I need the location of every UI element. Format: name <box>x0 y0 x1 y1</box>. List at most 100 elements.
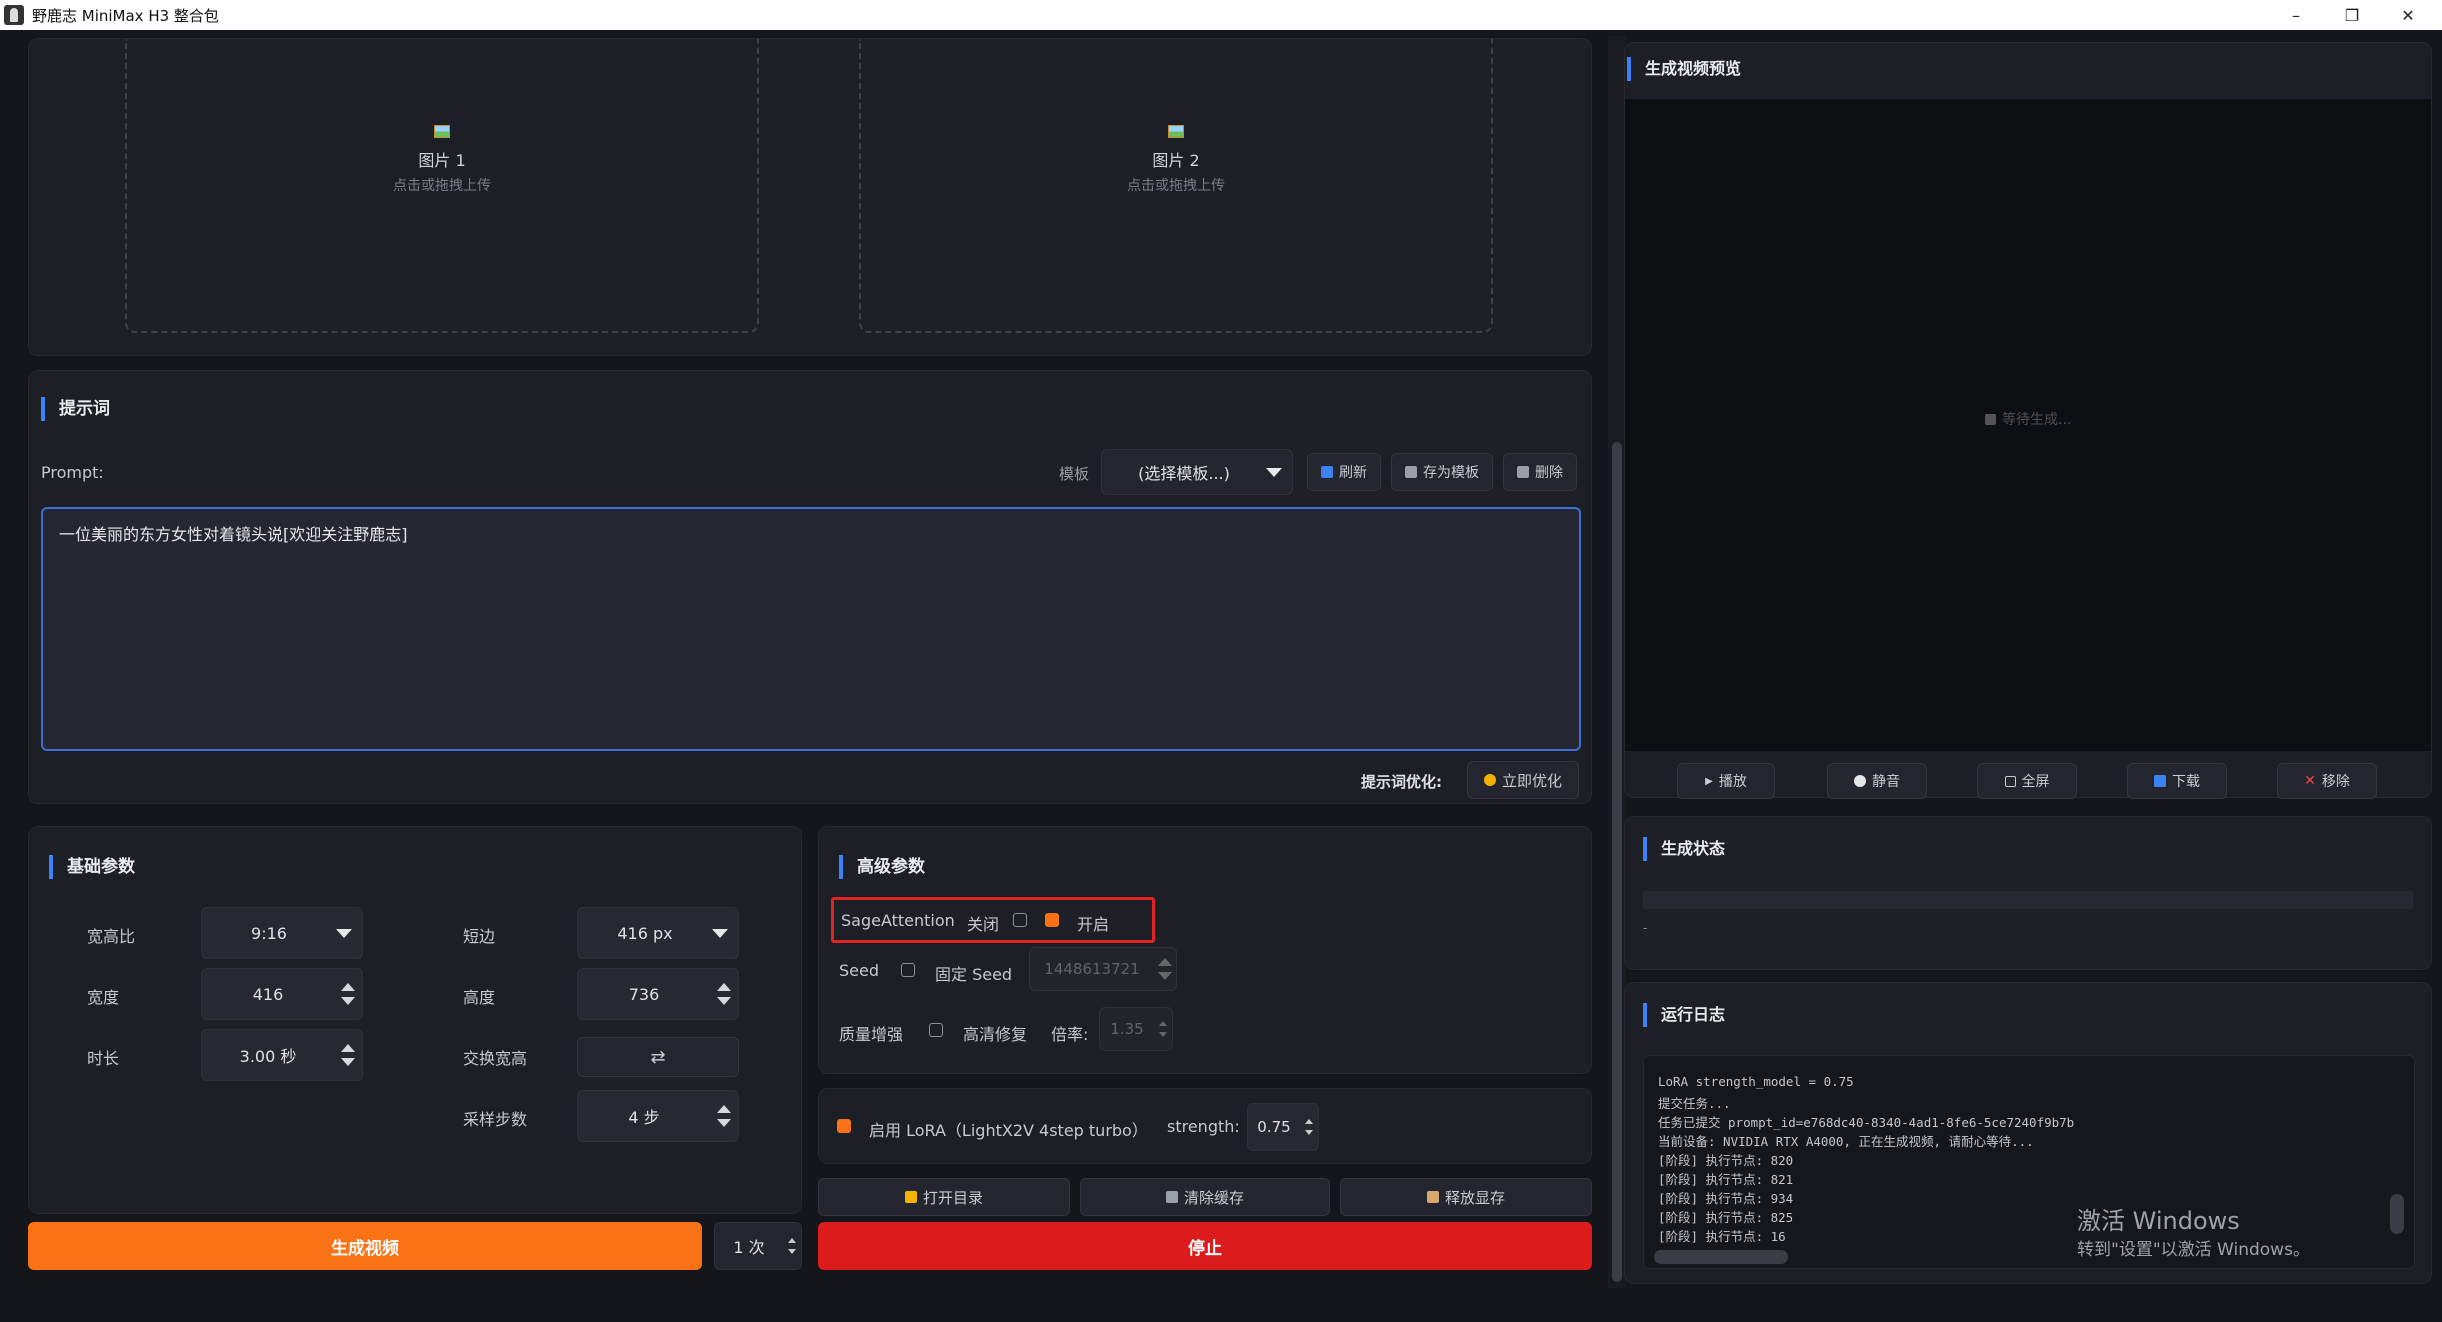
sage-on-label: 开启 <box>1077 915 1110 934</box>
chevron-down-icon <box>712 928 728 938</box>
swap-button[interactable]: ⇄ <box>577 1037 739 1077</box>
basic-params-panel: 基础参数 宽高比 9:16 短边 416 px 宽度 416 高度 736 时长… <box>28 826 802 1214</box>
hd-repair-checkbox[interactable] <box>929 1023 943 1037</box>
mute-icon <box>1854 775 1866 787</box>
save-template-button[interactable]: 存为模板 <box>1391 453 1493 491</box>
fullscreen-label: 全屏 <box>2021 774 2050 790</box>
stepper-arrows[interactable] <box>710 969 738 1019</box>
prompt-textarea[interactable]: 一位美丽的东方女性对着镜头说[欢迎关注野鹿志] <box>41 507 1581 751</box>
stepper-arrows[interactable] <box>1154 1008 1172 1050</box>
steps-stepper[interactable]: 4 步 <box>577 1090 739 1142</box>
height-stepper[interactable]: 736 <box>577 968 739 1020</box>
duration-stepper[interactable]: 3.00 秒 <box>201 1029 363 1081</box>
image-1-dropzone[interactable]: 图片 1 点击或拖拽上传 <box>125 39 759 333</box>
ratio-label: 倍率: <box>1051 1025 1089 1044</box>
strength-label: strength: <box>1167 1117 1240 1136</box>
stop-button[interactable]: 停止 <box>818 1222 1592 1270</box>
short-side-select[interactable]: 416 px <box>577 907 739 959</box>
activation-watermark-hint: 转到"设置"以激活 Windows。 <box>2077 1240 2310 1260</box>
image-2-hint: 点击或拖拽上传 <box>1127 178 1225 194</box>
minimize-button[interactable]: – <box>2268 0 2324 30</box>
progress-bar <box>1643 891 2413 909</box>
hd-repair-label: 高清修复 <box>963 1025 1028 1044</box>
short-side-value: 416 px <box>617 923 673 943</box>
main-scrollbar-thumb[interactable] <box>1612 442 1622 1282</box>
image-2-dropzone[interactable]: 图片 2 点击或拖拽上传 <box>859 39 1493 333</box>
sage-on-checkbox[interactable] <box>1045 913 1059 927</box>
template-select[interactable]: (选择模板...) <box>1101 449 1293 495</box>
mute-button[interactable]: 静音 <box>1827 763 1927 799</box>
stepper-arrows[interactable] <box>710 1091 738 1141</box>
stepper-arrows[interactable] <box>1154 948 1176 990</box>
width-stepper[interactable]: 416 <box>201 968 363 1020</box>
count-stepper[interactable]: 1 次 <box>714 1222 802 1270</box>
prompt-label: Prompt: <box>41 463 104 482</box>
template-select-value: (选择模板...) <box>1138 464 1230 483</box>
download-icon <box>2154 775 2166 787</box>
delete-template-button[interactable]: 删除 <box>1503 453 1577 491</box>
refresh-button[interactable]: 刷新 <box>1307 453 1381 491</box>
stepper-arrows[interactable] <box>783 1223 801 1269</box>
sage-off-checkbox[interactable] <box>1013 913 1027 927</box>
aspect-select[interactable]: 9:16 <box>201 907 363 959</box>
download-button[interactable]: 下载 <box>2127 763 2227 799</box>
stepper-arrows[interactable] <box>1300 1104 1318 1150</box>
fixed-seed-label: 固定 Seed <box>935 965 1013 984</box>
film-icon <box>1985 413 1996 425</box>
duration-label: 时长 <box>87 1049 120 1068</box>
free-vram-label: 释放显存 <box>1444 1188 1505 1207</box>
restore-button[interactable]: ❐ <box>2324 0 2380 30</box>
prompt-text: 一位美丽的东方女性对着镜头说[欢迎关注野鹿志] <box>59 525 408 544</box>
remove-button[interactable]: ✕ 移除 <box>2277 763 2377 799</box>
template-label: 模板 <box>1059 465 1090 483</box>
open-dir-button[interactable]: 打开目录 <box>818 1178 1070 1216</box>
image-1-hint: 点击或拖拽上传 <box>393 178 491 194</box>
log-line: 任务已提交 prompt_id=e768dc40-8340-4ad1-8fe6-… <box>1658 1115 2075 1130</box>
quality-label: 质量增强 <box>839 1025 904 1044</box>
download-label: 下载 <box>2172 774 2200 790</box>
remove-label: 移除 <box>2321 774 2350 790</box>
fullscreen-button[interactable]: 全屏 <box>1977 763 2077 799</box>
play-button[interactable]: ▶ 播放 <box>1677 763 1775 799</box>
clear-cache-button[interactable]: 清除缓存 <box>1080 1178 1330 1216</box>
strength-stepper[interactable]: 0.75 <box>1247 1103 1319 1151</box>
advanced-params-title: 高级参数 <box>839 855 925 879</box>
fullscreen-icon <box>2004 775 2016 787</box>
status-text: - <box>1643 921 1648 935</box>
stepper-arrows[interactable] <box>334 1030 362 1080</box>
broom-icon <box>1426 1191 1439 1203</box>
stepper-arrows[interactable] <box>334 969 362 1019</box>
log-line: 提交任务... <box>1658 1096 1731 1111</box>
log-line: [阶段] 执行节点: 820 <box>1658 1153 1794 1168</box>
folder-icon <box>904 1191 917 1203</box>
status-title: 生成状态 <box>1643 837 1725 861</box>
ratio-input[interactable]: 1.35 <box>1099 1007 1173 1051</box>
activation-watermark-title: 激活 Windows <box>2077 1207 2240 1235</box>
video-preview-area: 等待生成... <box>1625 99 2431 751</box>
close-button[interactable]: ✕ <box>2380 0 2436 30</box>
aspect-label: 宽高比 <box>87 927 136 946</box>
chevron-down-icon <box>1266 467 1282 477</box>
optimize-button[interactable]: 立即优化 <box>1467 761 1579 799</box>
count-value: 1 次 <box>733 1238 765 1257</box>
log-horizontal-scrollbar[interactable] <box>1654 1250 1788 1264</box>
height-value: 736 <box>628 984 660 1004</box>
short-side-label: 短边 <box>463 927 496 946</box>
generate-video-button[interactable]: 生成视频 <box>28 1222 702 1270</box>
preview-title: 生成视频预览 <box>1627 57 1741 81</box>
free-vram-button[interactable]: 释放显存 <box>1340 1178 1592 1216</box>
refresh-label: 刷新 <box>1339 465 1367 481</box>
lora-checkbox[interactable] <box>837 1119 851 1133</box>
lora-panel: 启用 LoRA（LightX2V 4step turbo） strength: … <box>818 1088 1592 1164</box>
seed-input[interactable]: 1448613721 <box>1029 947 1177 991</box>
prompt-section-title: 提示词 <box>41 397 110 421</box>
image-icon <box>434 125 450 138</box>
image-2-label: 图片 2 <box>1152 151 1200 170</box>
play-icon: ▶ <box>1705 775 1713 787</box>
fixed-seed-checkbox[interactable] <box>901 963 915 977</box>
seed-label: Seed <box>839 961 879 980</box>
save-template-label: 存为模板 <box>1423 465 1479 481</box>
clear-cache-label: 清除缓存 <box>1183 1188 1244 1207</box>
seed-value: 1448613721 <box>1044 960 1140 978</box>
log-vertical-scrollbar[interactable] <box>2390 1194 2404 1234</box>
